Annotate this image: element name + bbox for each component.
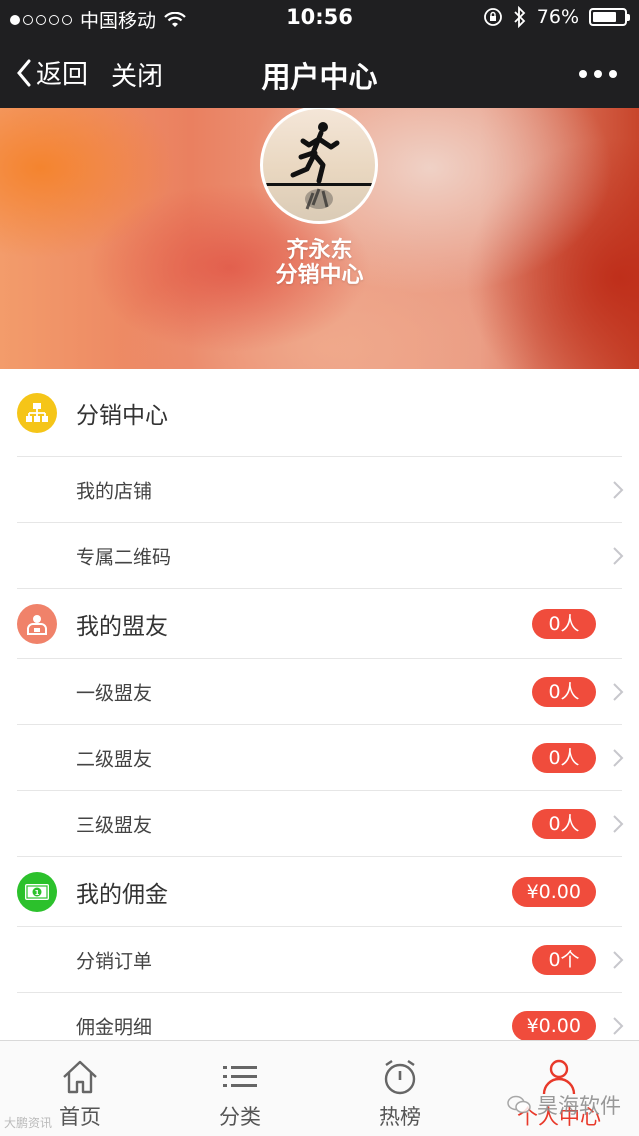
tab-profile[interactable]: 个人中心 (479, 1041, 639, 1136)
list-item-label: 我的店铺 (76, 480, 153, 502)
tab-category[interactable]: 分类 (160, 1041, 320, 1136)
svg-text:1: 1 (35, 889, 40, 897)
more-dot-icon (579, 70, 587, 78)
home-icon (63, 1060, 97, 1094)
menu-list: 分销中心 我的店铺 专属二维码 我的盟友 0人 一级盟友 0人 二级盟友 0人 … (0, 369, 639, 1059)
section-title: 我的佣金 (76, 881, 168, 908)
avatar[interactable] (260, 108, 378, 224)
nav-bar: 返回 关闭 用户中心 (0, 36, 639, 108)
list-item-label: 分销订单 (76, 950, 153, 972)
count-badge: 0个 (532, 944, 596, 975)
alarm-clock-icon (384, 1060, 416, 1095)
watermark-right: 昊海软件 (507, 1090, 621, 1120)
list-item-qr-code[interactable]: 专属二维码 (17, 523, 624, 589)
people-icon (17, 603, 57, 644)
chevron-right-icon (613, 950, 624, 969)
chevron-right-icon (613, 682, 624, 701)
section-title: 我的盟友 (76, 613, 168, 640)
runner-image (263, 122, 375, 210)
section-distribution[interactable]: 分销中心 (17, 369, 622, 457)
chevron-right-icon (613, 748, 624, 767)
count-badge: 0人 (532, 742, 596, 773)
watermark-text: 昊海软件 (537, 1094, 621, 1118)
chevron-right-icon (613, 1016, 624, 1035)
count-badge: 0人 (532, 808, 596, 839)
back-label: 返回 (36, 60, 89, 90)
more-menu-button[interactable] (579, 70, 617, 78)
more-dot-icon (609, 70, 617, 78)
battery-percent: 76% (536, 6, 579, 28)
profile-text: 齐永东 分销中心 (0, 238, 639, 288)
status-right: 76% (483, 6, 630, 28)
more-dot-icon (594, 70, 602, 78)
count-badge: 0人 (532, 608, 596, 639)
tab-bar: 首页 分类 热榜 个人中心 (0, 1040, 639, 1136)
list-item-level3-allies[interactable]: 三级盟友 0人 (17, 791, 624, 857)
org-chart-icon (17, 392, 57, 433)
tab-hot[interactable]: 热榜 (320, 1041, 480, 1136)
amount-badge: ¥0.00 (511, 1010, 596, 1041)
list-item-label: 佣金明细 (76, 1016, 153, 1038)
list-item-distribution-orders[interactable]: 分销订单 0个 (17, 927, 624, 993)
profile-banner: 齐永东 分销中心 (0, 108, 639, 369)
wechat-icon (507, 1095, 531, 1114)
status-bar: 中国移动 10:56 76% (0, 0, 639, 36)
list-icon (223, 1066, 257, 1087)
amount-badge: ¥0.00 (511, 876, 596, 907)
chevron-left-icon (17, 59, 31, 86)
tab-label: 热榜 (379, 1105, 421, 1129)
list-item-my-shop[interactable]: 我的店铺 (17, 457, 624, 523)
battery-icon (589, 8, 630, 26)
list-item-label: 二级盟友 (76, 748, 153, 770)
list-item-label: 三级盟友 (76, 814, 153, 836)
rotation-lock-icon (483, 8, 502, 26)
list-item-level2-allies[interactable]: 二级盟友 0人 (17, 725, 624, 791)
chevron-right-icon (613, 814, 624, 833)
chevron-right-icon (613, 480, 624, 499)
watermark-left: 大鹏资讯 (4, 1116, 53, 1130)
tab-label: 分类 (219, 1105, 261, 1129)
list-item-level1-allies[interactable]: 一级盟友 0人 (17, 659, 624, 725)
count-badge: 0人 (532, 676, 596, 707)
page-title: 用户中心 (261, 60, 378, 94)
section-commission[interactable]: 1 我的佣金 ¥0.00 (17, 857, 622, 927)
profile-subtitle: 分销中心 (275, 263, 364, 288)
back-button[interactable]: 返回 (16, 54, 88, 91)
list-item-label: 一级盟友 (76, 682, 153, 704)
section-allies[interactable]: 我的盟友 0人 (17, 589, 622, 659)
section-title: 分销中心 (76, 402, 168, 429)
list-item-label: 专属二维码 (76, 546, 172, 568)
user-name: 齐永东 (286, 238, 353, 263)
bluetooth-icon (514, 6, 526, 28)
chevron-right-icon (613, 546, 624, 565)
close-button[interactable]: 关闭 (111, 56, 163, 93)
money-icon: 1 (17, 871, 57, 912)
